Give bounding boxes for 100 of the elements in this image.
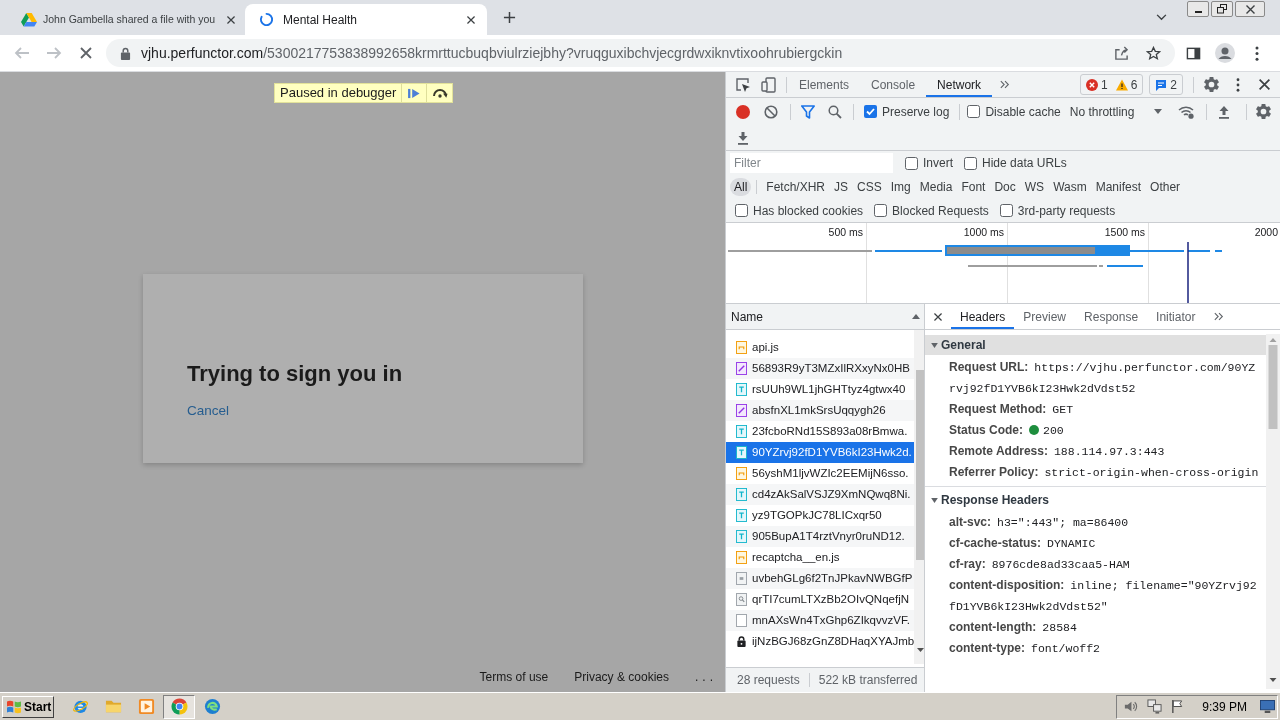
request-row[interactable]: 905BupA1T4rztVnyr0ruND12. <box>726 526 915 547</box>
forward-arrow-icon <box>46 45 62 61</box>
type-filter-button[interactable]: All <box>730 178 752 196</box>
checkbox-label[interactable]: Preserve log <box>882 102 950 121</box>
chevron-down-icon <box>1155 14 1167 21</box>
font-file-icon <box>736 383 747 396</box>
network-settings-button[interactable] <box>1255 103 1271 120</box>
timeline-tick-label: 500 ms <box>828 226 863 238</box>
error-icon <box>1085 78 1098 91</box>
type-filter-button[interactable]: Media <box>915 178 957 196</box>
footer-link[interactable]: Terms of use <box>479 668 549 686</box>
restore-button[interactable] <box>1211 1 1233 17</box>
checkbox[interactable] <box>874 204 888 217</box>
type-filter-button[interactable]: Other <box>1146 178 1185 196</box>
type-filter-button[interactable]: Img <box>886 178 915 196</box>
filter-button[interactable] <box>800 103 816 120</box>
search-file-icon <box>736 593 747 606</box>
issues-counter-button[interactable]: 1 6 <box>1079 74 1144 95</box>
type-filter-button[interactable]: JS <box>830 178 853 196</box>
checkbox[interactable] <box>864 105 877 118</box>
checkbox-label[interactable]: 3rd-party requests <box>1017 201 1116 220</box>
lock-icon <box>736 635 747 648</box>
header-value: 200 <box>1043 424 1064 437</box>
play-tile-icon <box>137 698 155 715</box>
type-filter-button[interactable]: Manifest <box>1091 178 1146 196</box>
font-file-icon <box>736 530 747 543</box>
checkbox[interactable] <box>905 156 918 170</box>
close-details-button[interactable] <box>933 311 943 322</box>
messages-counter-button[interactable]: 2 <box>1149 74 1183 95</box>
network-conditions-button[interactable] <box>1178 103 1195 120</box>
request-row[interactable]: absfnXL1mkSrsUqqygh26 <box>726 400 915 421</box>
clear-button[interactable] <box>763 103 779 120</box>
search-button[interactable] <box>827 103 843 120</box>
checkbox-label[interactable]: Blocked Requests <box>892 201 989 220</box>
type-filter-button[interactable]: Font <box>957 178 990 196</box>
filter-input[interactable]: Filter <box>730 153 893 173</box>
checkbox[interactable] <box>964 156 977 170</box>
speaker-icon[interactable] <box>1123 699 1139 714</box>
details-tab[interactable]: Headers <box>951 304 1015 329</box>
plus-icon <box>502 11 516 24</box>
type-filter-button[interactable]: WS <box>1020 178 1049 196</box>
bookmark-button[interactable] <box>1143 43 1163 63</box>
show-desktop-icon[interactable] <box>1260 700 1275 713</box>
type-filter-button[interactable]: Doc <box>990 178 1020 196</box>
scrollbar[interactable] <box>1266 334 1280 689</box>
type-filter-button[interactable]: Wasm <box>1049 178 1091 196</box>
details-tab[interactable]: Response <box>1075 304 1148 329</box>
more-options-link[interactable]: ... <box>695 668 717 686</box>
e-logo-icon <box>71 698 89 715</box>
inspect-element-button[interactable] <box>734 75 752 94</box>
record-button[interactable] <box>736 104 750 119</box>
devtools-tab[interactable]: Console <box>860 72 927 97</box>
checkbox-label[interactable]: Has blocked cookies <box>753 201 864 220</box>
checkbox[interactable] <box>735 204 748 217</box>
close-window-button[interactable] <box>1235 1 1265 17</box>
section-header[interactable]: Response Headers <box>925 490 1266 510</box>
browser-tab[interactable]: Mental Health <box>245 4 487 35</box>
request-row[interactable]: uvbehGLg6f2TnJPkavNWBGfP <box>726 568 915 589</box>
type-filter-button[interactable]: Fetch/XHR <box>762 178 830 196</box>
checkbox-label[interactable]: Disable cache <box>985 102 1061 121</box>
type-filter-button[interactable]: CSS <box>853 178 886 196</box>
settings-button[interactable] <box>1202 75 1220 94</box>
close-icon <box>80 47 92 59</box>
section-header[interactable]: General <box>925 335 1266 355</box>
summary-text: 28 requests <box>737 672 800 689</box>
devtools-tab[interactable]: Elements <box>788 72 861 97</box>
header-row-text: content-length: 28584 <box>949 619 1078 636</box>
header-row-text: alt-svc: h3=":443"; ma=86400 <box>949 514 1130 531</box>
minimize-button[interactable] <box>1187 1 1209 17</box>
checkbox[interactable] <box>967 105 981 118</box>
details-tab[interactable]: Preview <box>1014 304 1076 329</box>
request-row[interactable]: mnAXsWn4TxGhp6ZIkqvvzVF. <box>726 610 915 631</box>
scrollbar[interactable] <box>914 330 924 664</box>
device-toolbar-button[interactable] <box>760 75 778 94</box>
footer-link[interactable]: Privacy & cookies <box>574 668 669 686</box>
checkbox[interactable] <box>999 204 1013 217</box>
start-button[interactable]: Start <box>2 695 54 718</box>
close-icon <box>227 15 235 24</box>
network-icon[interactable] <box>1147 699 1163 714</box>
checkbox-label[interactable]: Hide data URLs <box>982 154 1067 172</box>
checkbox-label[interactable]: Invert <box>923 154 953 172</box>
taskbar-app-button[interactable] <box>163 694 195 719</box>
more-icon <box>1236 77 1240 92</box>
header-row-text: Referrer Policy: strict-origin-when-cross-origin <box>949 464 1260 481</box>
throttling-dropdown[interactable]: No throttling <box>1069 102 1163 121</box>
name-column-header[interactable]: Name <box>731 307 763 326</box>
request-row[interactable]: 56893R9yT3MZxIlRXxyNx0HB <box>726 358 915 379</box>
export-har-button[interactable] <box>736 129 750 146</box>
debugger-status-text: Paused in debugger <box>279 84 398 102</box>
double-chevron-icon <box>1000 80 1011 89</box>
blank-file-icon <box>736 614 747 627</box>
header-row-text: content-type: font/woff2 <box>949 640 1101 657</box>
request-row[interactable]: 90YZrvj92fD1YVB6kI23Hwk2d. <box>726 442 915 463</box>
avatar-icon <box>1215 43 1235 63</box>
request-row[interactable]: cd4zAkSalVSJZ9XmNQwq8Ni. <box>726 484 915 505</box>
details-tab[interactable]: Initiator <box>1147 304 1205 329</box>
close-icon <box>934 312 942 321</box>
flag-icon[interactable] <box>1171 699 1185 714</box>
header-row-text: cf-ray: 8976cde8ad33caa5-HAM <box>949 556 1131 573</box>
browser-tab[interactable]: John Gambella shared a file with you <box>8 4 245 35</box>
